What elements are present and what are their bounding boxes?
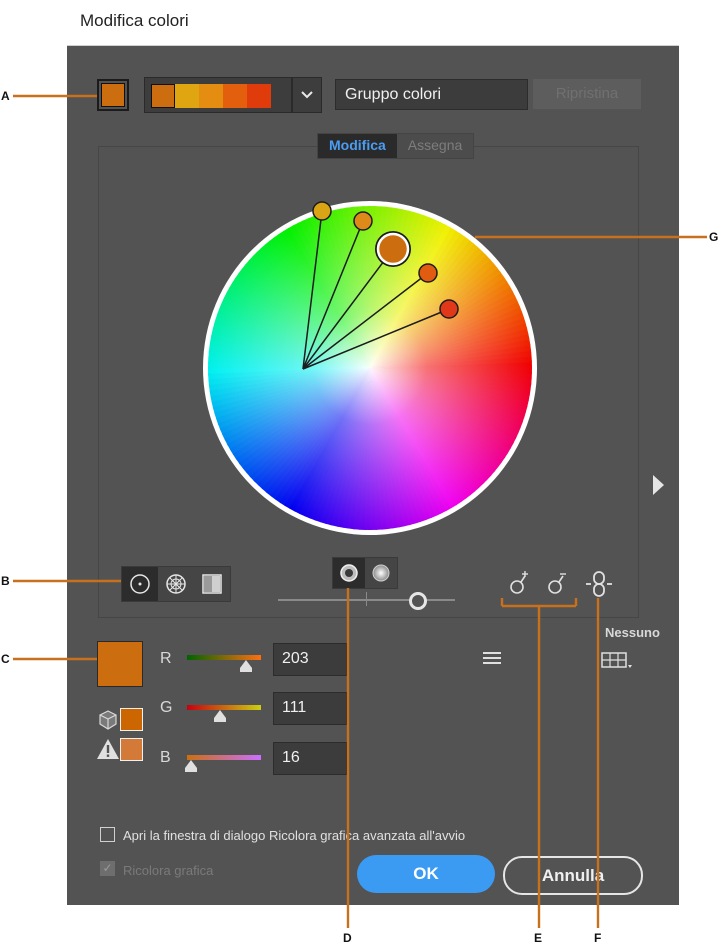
brightness-slider-handle[interactable] [409, 592, 427, 610]
open-advanced-checkbox[interactable] [100, 827, 115, 842]
group-swatch[interactable] [151, 84, 175, 108]
color-wheel[interactable] [203, 201, 537, 535]
add-color-tool-icon [510, 571, 528, 594]
expand-panel-arrow[interactable] [653, 475, 664, 495]
saturation-hue-button[interactable] [365, 558, 397, 588]
current-color-swatch[interactable] [97, 641, 143, 687]
channel-label-r: R [160, 650, 172, 667]
brightness-hue-icon [340, 564, 358, 582]
group-swatch[interactable] [175, 84, 199, 108]
color-bars-button[interactable] [194, 567, 230, 601]
swatch-library-grid-icon[interactable] [601, 651, 633, 671]
web-safe-color-swatch[interactable] [120, 708, 143, 731]
cancel-button[interactable]: Annulla [503, 856, 643, 895]
active-color-swatch[interactable] [97, 79, 129, 111]
harmony-color-handle [353, 211, 373, 231]
cube-icon [99, 710, 117, 730]
segmented-wheel-button[interactable] [158, 567, 194, 601]
group-swatch[interactable] [247, 84, 271, 108]
harmony-color-handle [439, 299, 459, 319]
recolor-artwork-label: Ricolora grafica [123, 863, 214, 878]
open-advanced-label: Apri la finestra di dialogo Ricolora gra… [123, 828, 466, 843]
dialog-title: Modifica colori [80, 11, 189, 30]
harmony-color-handle [312, 201, 332, 221]
out-of-gamut-color-swatch[interactable] [120, 738, 143, 761]
title-bar: Modifica colori [67, 0, 679, 46]
brightness-hue-button[interactable] [333, 558, 365, 588]
callout-label-a: A [1, 89, 10, 103]
callout-label-f: F [594, 931, 602, 945]
callout-label-g: G [709, 230, 719, 244]
callout-label-c: C [1, 652, 10, 666]
recolor-artwork-checkbox[interactable]: ✓ [100, 861, 115, 876]
tab-assign[interactable]: Assegna [396, 134, 474, 158]
b-slider-track[interactable] [187, 755, 261, 760]
color-group-dropdown[interactable] [292, 77, 322, 113]
group-swatch[interactable] [223, 84, 247, 108]
tab-edit[interactable]: Modifica [318, 134, 397, 158]
callout-label-d: D [343, 931, 352, 945]
color-bars-icon [202, 574, 222, 594]
saturation-hue-icon [372, 564, 390, 582]
channel-label-g: G [160, 699, 173, 716]
hamburger-menu-icon[interactable] [483, 651, 501, 665]
b-value-input[interactable]: 16 [273, 742, 347, 775]
base-color-handle [376, 232, 410, 266]
color-group-name-input[interactable]: Gruppo colori [335, 79, 528, 110]
color-limit-label: Nessuno [605, 625, 660, 640]
smooth-wheel-button[interactable] [122, 567, 158, 601]
add-color-tool-button[interactable] [507, 568, 533, 596]
channel-label-b: B [160, 749, 171, 766]
harmony-color-handle [418, 263, 438, 283]
segmented-wheel-icon [166, 574, 186, 594]
g-slider-thumb[interactable] [213, 710, 226, 722]
r-value-input[interactable]: 203 [273, 643, 347, 676]
link-harmony-icon [586, 571, 612, 597]
tab-bar: Modifica Assegna [317, 133, 475, 159]
reset-button[interactable]: Ripristina [533, 79, 641, 109]
remove-color-tool-icon [548, 573, 566, 594]
chevron-down-icon [301, 91, 313, 99]
smooth-wheel-icon [130, 574, 150, 594]
group-swatch[interactable] [199, 84, 223, 108]
link-harmony-button[interactable] [585, 569, 613, 599]
warning-icon [97, 739, 119, 759]
b-slider-thumb[interactable] [185, 760, 198, 772]
brightness-slider-midtick [366, 592, 367, 606]
callout-label-e: E [534, 931, 543, 945]
g-value-input[interactable]: 111 [273, 692, 347, 725]
remove-color-tool-button[interactable] [545, 568, 571, 596]
edit-colors-dialog: Modifica colori Gruppo colori Ripristina… [67, 0, 679, 905]
callout-label-b: B [1, 574, 10, 588]
ok-button[interactable]: OK [357, 855, 495, 893]
r-slider-thumb[interactable] [240, 660, 253, 672]
color-group-strip[interactable] [144, 77, 292, 113]
